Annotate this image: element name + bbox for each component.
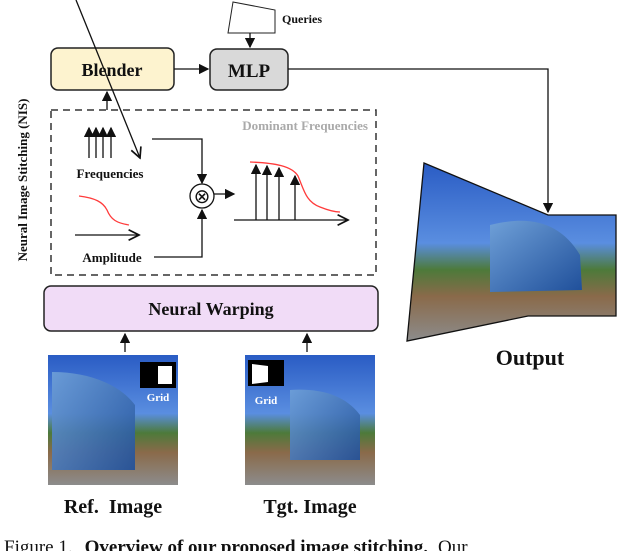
tgt-grid-label: Grid [255, 395, 278, 407]
frequencies-label: Frequencies [77, 166, 144, 181]
mlp-to-output-arrow [288, 68, 554, 214]
caption-rest: Our [438, 537, 468, 551]
amplitude-label: Amplitude [82, 250, 141, 265]
side-label: Neural Image Stitching (NIS) [15, 99, 30, 262]
weighted-frequencies-plot [234, 163, 348, 220]
multiply-symbol: ⊗ [194, 186, 211, 208]
tgt-image-label: Tgt. Image [263, 496, 356, 518]
ref-image: Grid [48, 355, 178, 485]
caption-bold: Overview of our proposed image stitching… [85, 537, 428, 551]
nis-diagram: Neural Image Stitching (NIS) Queries Ble… [4, 0, 617, 551]
output-label: Output [496, 345, 565, 370]
blender-label: Blender [82, 60, 143, 80]
queries-shape [227, 1, 276, 34]
tgt-image: Grid [245, 355, 375, 485]
caption-prefix: Figure 1. [4, 537, 73, 551]
output-image [406, 162, 617, 342]
ref-grid-label: Grid [147, 392, 170, 404]
amplitude-curve [78, 195, 130, 226]
mlp-label: MLP [228, 61, 271, 82]
neural-warping-label: Neural Warping [148, 299, 273, 319]
figure-caption: Figure 1. Overview of our proposed image … [4, 537, 468, 551]
dominant-frequencies-label: Dominant Frequencies [242, 118, 368, 133]
ref-image-label: Ref. Image [64, 496, 162, 518]
queries-label: Queries [282, 12, 322, 26]
